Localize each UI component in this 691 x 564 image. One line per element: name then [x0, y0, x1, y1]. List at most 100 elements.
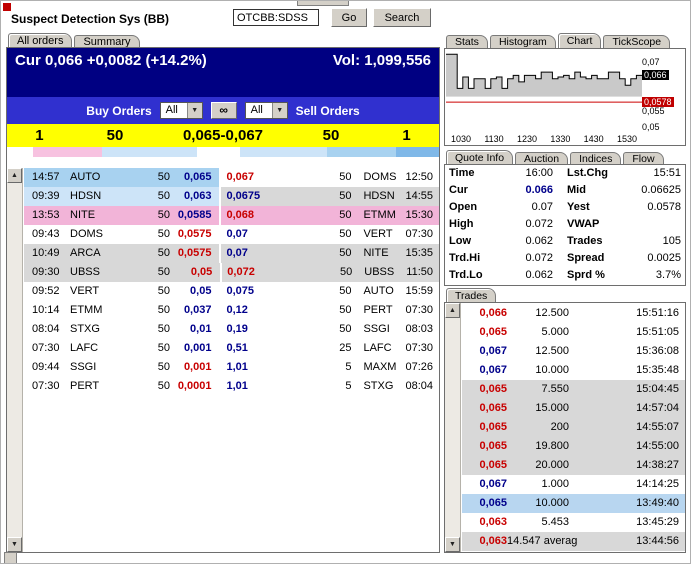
quote-label: Low: [445, 233, 493, 250]
trade-row[interactable]: 0,06510.00013:49:40: [462, 494, 685, 513]
tab-trades[interactable]: Trades: [446, 288, 496, 303]
quote-row: Cur0.066Mid0.06625: [445, 182, 685, 199]
ask-time: 07:26: [405, 358, 439, 377]
book-row[interactable]: 09:52VERT500,050,07550AUTO15:59: [24, 282, 439, 301]
ask-market-maker: NITE: [351, 244, 405, 263]
bid-price: 0,063: [170, 187, 219, 206]
trades-scrollbar[interactable]: ▲ ▼: [445, 303, 461, 552]
scroll-up-icon[interactable]: ▲: [445, 303, 460, 318]
bid-size: 50: [114, 339, 170, 358]
ask-price: 0,072: [222, 263, 274, 282]
bid-time: 13:53: [24, 206, 70, 225]
trade-time: 14:57:04: [569, 399, 685, 418]
book-row[interactable]: 09:43DOMS500,05750,0750VERT07:30: [24, 225, 439, 244]
quote-value: 0.072: [493, 250, 553, 267]
trade-time: 13:49:40: [569, 494, 685, 513]
scroll-up-icon[interactable]: ▲: [7, 168, 22, 183]
ask-side: 1,015STXG08:04: [221, 377, 439, 396]
tab-histogram[interactable]: Histogram: [490, 35, 556, 48]
link-filters-button[interactable]: ∞: [211, 102, 237, 119]
tab-quote-info[interactable]: Quote Info: [446, 150, 513, 165]
ask-size: 25: [273, 339, 351, 358]
tab-all-orders[interactable]: All orders: [8, 33, 72, 48]
book-row[interactable]: 14:57AUTO500,0650,06750DOMS12:50: [24, 168, 439, 187]
book-row[interactable]: 10:49ARCA500,05750,0750NITE15:35: [24, 244, 439, 263]
bid-size: 50: [114, 358, 170, 377]
ask-side: 0,06750DOMS12:50: [221, 168, 439, 187]
book-row[interactable]: 07:30LAFC500,0010,5125LAFC07:30: [24, 339, 439, 358]
book-row[interactable]: 09:39HDSN500,0630,067550HDSN14:55: [24, 187, 439, 206]
ask-price: 0,07: [221, 244, 273, 263]
bid-size: 50: [114, 187, 170, 206]
trade-row[interactable]: 0,06520.00014:38:27: [462, 456, 685, 475]
search-button[interactable]: Search: [373, 8, 431, 27]
tab-stats[interactable]: Stats: [446, 35, 488, 48]
chart-y-axis: 0,070,0660,05780,0550,05: [641, 49, 685, 145]
trade-price: 0,065: [462, 437, 507, 456]
bid-side: 09:52VERT500,05: [24, 282, 219, 301]
quote-label: Yest: [553, 199, 621, 216]
tab-tickscope[interactable]: TickScope: [603, 35, 670, 48]
tab-chart[interactable]: Chart: [558, 33, 602, 48]
trade-row[interactable]: 0,06712.50015:36:08: [462, 342, 685, 361]
ask-side: 0,5125LAFC07:30: [221, 339, 439, 358]
quote-value: 3.7%: [621, 267, 685, 284]
app-window: Suspect Detection Sys (BB) Go Search All…: [0, 0, 691, 564]
trade-row[interactable]: 0,0657.55015:04:45: [462, 380, 685, 399]
quote-label: Trd.Lo: [445, 267, 493, 284]
chart-x-label: 1430: [584, 134, 604, 144]
buy-filter-select[interactable]: All ▼: [160, 102, 203, 119]
ask-side: 0,07550AUTO15:59: [221, 282, 439, 301]
quote-label: Sprd %: [553, 267, 621, 284]
book-scrollbar[interactable]: ▲ ▼: [7, 168, 23, 552]
book-row[interactable]: 10:14ETMM500,0370,1250PERT07:30: [24, 301, 439, 320]
bid-size: 50: [114, 225, 170, 244]
go-button[interactable]: Go: [331, 8, 367, 27]
trade-row[interactable]: 0,06314.547 averag13:44:56: [462, 532, 685, 551]
chevron-down-icon[interactable]: ▼: [272, 103, 287, 118]
trade-size: 200: [507, 418, 569, 437]
book-row[interactable]: 08:04STXG500,010,1950SSGI08:03: [24, 320, 439, 339]
bid-market-maker: PERT: [70, 377, 114, 396]
trade-row[interactable]: 0,06710.00015:35:48: [462, 361, 685, 380]
quote-label: Trd.Hi: [445, 250, 493, 267]
order-book-body: Cur 0,066 +0,0082 (+14.2%) Vol: 1,099,55…: [6, 47, 440, 553]
quote-value: 0.062: [493, 233, 553, 250]
chevron-down-icon[interactable]: ▼: [187, 103, 202, 118]
book-row[interactable]: 07:30PERT500,00011,015STXG08:04: [24, 377, 439, 396]
trade-row[interactable]: 0,0635.45313:45:29: [462, 513, 685, 532]
symbol-input[interactable]: [233, 9, 319, 26]
trade-price: 0,065: [462, 418, 507, 437]
trade-size: 7.550: [507, 380, 569, 399]
trade-size: 20.000: [507, 456, 569, 475]
book-row[interactable]: 09:44SSGI500,0011,015MAXM07:26: [24, 358, 439, 377]
ask-size: 50: [273, 244, 351, 263]
trades-panel: ▲ ▼ 0,06612.50015:51:160,0655.00015:51:0…: [444, 302, 686, 553]
book-row[interactable]: 09:30UBSS500,050,07250UBSS11:50: [24, 263, 439, 282]
trade-price: 0,067: [462, 361, 507, 380]
link-icon: ∞: [219, 103, 228, 117]
trade-row[interactable]: 0,06515.00014:57:04: [462, 399, 685, 418]
trades-tabstrip: Trades: [446, 287, 498, 303]
book-row[interactable]: 13:53NITE500,05850,06850ETMM15:30: [24, 206, 439, 225]
bid-price: 0,01: [170, 320, 219, 339]
trade-price: 0,067: [462, 342, 507, 361]
ask-size: 50: [288, 127, 374, 144]
trade-row[interactable]: 0,06612.50015:51:16: [462, 304, 685, 323]
trade-row[interactable]: 0,06519.80014:55:00: [462, 437, 685, 456]
trade-row[interactable]: 0,0655.00015:51:05: [462, 323, 685, 342]
scroll-down-icon[interactable]: ▼: [7, 537, 22, 552]
ask-side: 0,0750VERT07:30: [221, 225, 439, 244]
trade-row[interactable]: 0,06520014:55:07: [462, 418, 685, 437]
trade-row[interactable]: 0,0671.00014:14:25: [462, 475, 685, 494]
chart-x-label: 1530: [617, 134, 637, 144]
quote-row: Open0.07Yest0.0578: [445, 199, 685, 216]
trade-size: 5.453: [507, 513, 569, 532]
sell-filter-select[interactable]: All ▼: [245, 102, 288, 119]
bid-market-maker: ETMM: [70, 301, 114, 320]
quote-value: 0.072: [493, 216, 553, 233]
ask-size: 50: [273, 282, 351, 301]
trade-time: 14:55:07: [569, 418, 685, 437]
scroll-down-icon[interactable]: ▼: [445, 537, 460, 552]
trade-size: 1.000: [507, 475, 569, 494]
